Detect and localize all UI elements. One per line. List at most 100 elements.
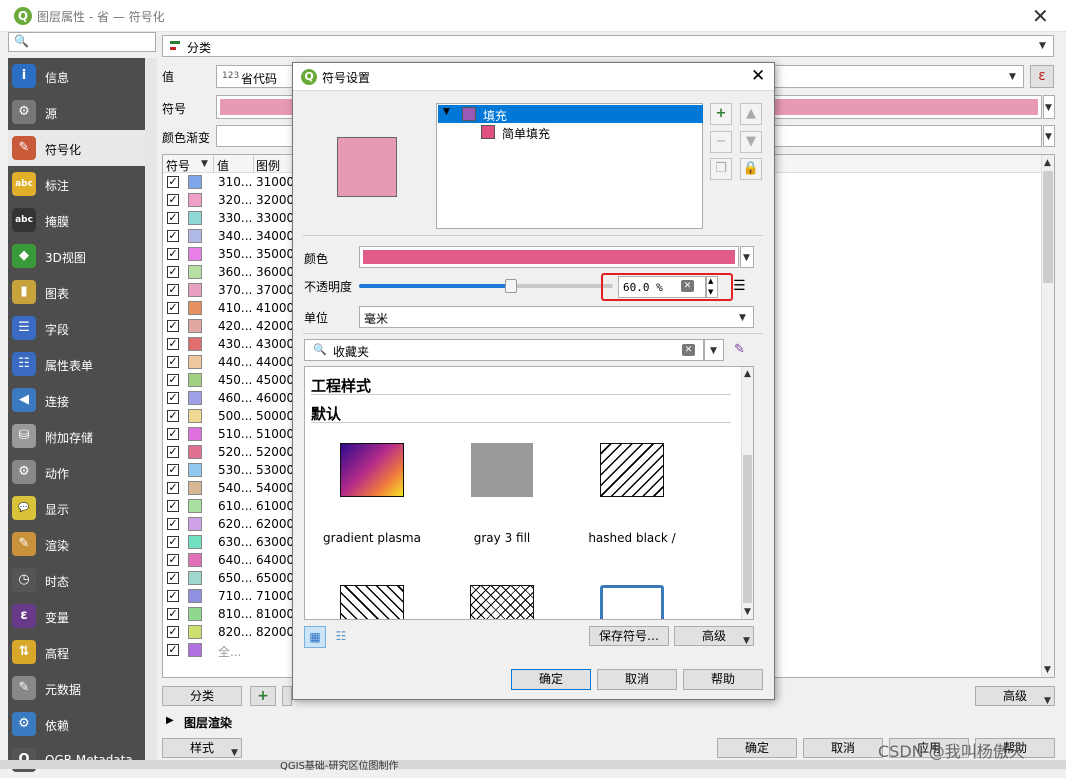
- row-checkbox[interactable]: ✓: [167, 536, 179, 548]
- table-scrollbar[interactable]: ▲ ▼: [1041, 155, 1054, 677]
- sidebar-item-metadata[interactable]: ✎ 元数据: [8, 670, 145, 706]
- advanced-menu-button[interactable]: 高级 ▼: [975, 686, 1055, 706]
- sidebar-item-info[interactable]: i 信息: [8, 58, 145, 94]
- row-symbol-swatch[interactable]: [188, 427, 202, 441]
- sidebar-item-rendering[interactable]: ✎ 渲染: [8, 526, 145, 562]
- row-checkbox[interactable]: ✓: [167, 374, 179, 386]
- hashed-black-thumb[interactable]: [600, 443, 664, 497]
- row-checkbox[interactable]: ✓: [167, 320, 179, 332]
- expression-button[interactable]: ε: [1030, 65, 1054, 88]
- remove-layer-icon[interactable]: −: [710, 131, 732, 153]
- row-checkbox[interactable]: ✓: [167, 392, 179, 404]
- row-symbol-swatch[interactable]: [188, 211, 202, 225]
- row-symbol-swatch[interactable]: [188, 553, 202, 567]
- row-symbol-swatch[interactable]: [188, 481, 202, 495]
- row-symbol-swatch[interactable]: [188, 445, 202, 459]
- row-symbol-swatch[interactable]: [188, 571, 202, 585]
- lock-color-icon[interactable]: 🔒: [740, 158, 762, 180]
- sidebar-item-source[interactable]: ⚙ 源: [8, 94, 145, 130]
- row-checkbox[interactable]: ✓: [167, 356, 179, 368]
- move-up-icon[interactable]: ▲: [740, 103, 762, 125]
- icon-view-icon[interactable]: ▦: [304, 626, 326, 648]
- row-checkbox[interactable]: ✓: [167, 482, 179, 494]
- layer-rendering-section[interactable]: 图层渲染: [184, 714, 232, 731]
- sidebar-item-joins[interactable]: ◀ 连接: [8, 382, 145, 418]
- row-checkbox[interactable]: ✓: [167, 284, 179, 296]
- row-symbol-swatch[interactable]: [188, 409, 202, 423]
- sidebar-item-elevation[interactable]: ⇅ 高程: [8, 634, 145, 670]
- row-symbol-swatch[interactable]: [188, 301, 202, 315]
- sidebar-item-mask[interactable]: abc 掩膜: [8, 202, 145, 238]
- dialog-cancel-button[interactable]: 取消: [597, 669, 677, 690]
- row-checkbox[interactable]: ✓: [167, 644, 179, 656]
- row-checkbox[interactable]: ✓: [167, 626, 179, 638]
- sidebar-item-temporal[interactable]: ◷ 时态: [8, 562, 145, 598]
- row-symbol-swatch[interactable]: [188, 373, 202, 387]
- row-checkbox[interactable]: ✓: [167, 518, 179, 530]
- data-defined-override-icon[interactable]: ☰: [733, 278, 746, 294]
- delete-class-button[interactable]: [282, 686, 292, 706]
- row-checkbox[interactable]: ✓: [167, 194, 179, 206]
- color-button[interactable]: [359, 246, 739, 268]
- row-checkbox[interactable]: ✓: [167, 608, 179, 620]
- move-down-icon[interactable]: ▼: [740, 131, 762, 153]
- row-symbol-swatch[interactable]: [188, 643, 202, 657]
- column-header-symbol[interactable]: 符号: [166, 157, 190, 174]
- row-symbol-swatch[interactable]: [188, 535, 202, 549]
- cancel-button[interactable]: 取消: [803, 738, 883, 758]
- sidebar-item-fields[interactable]: ☰ 字段: [8, 310, 145, 346]
- tree-item-fill[interactable]: ▼ 填充: [438, 105, 703, 123]
- row-symbol-swatch[interactable]: [188, 499, 202, 513]
- sidebar-item-diagram[interactable]: ▮ 图表: [8, 274, 145, 310]
- row-symbol-swatch[interactable]: [188, 355, 202, 369]
- column-header-value[interactable]: 值: [217, 157, 229, 174]
- sidebar-search-input[interactable]: 🔍: [8, 32, 156, 52]
- row-symbol-swatch[interactable]: [188, 283, 202, 297]
- duplicate-layer-icon[interactable]: ❐: [710, 158, 732, 180]
- renderer-type-select[interactable]: 分类 ▼: [162, 35, 1054, 57]
- sidebar-item-actions[interactable]: ⚙ 动作: [8, 454, 145, 490]
- dialog-close-icon[interactable]: ✕: [751, 66, 765, 86]
- opacity-spin-buttons[interactable]: ▲ ▼: [706, 276, 718, 298]
- scroll-up-icon[interactable]: ▲: [1044, 158, 1051, 168]
- row-checkbox[interactable]: ✓: [167, 446, 179, 458]
- collapse-arrow-icon[interactable]: ▼: [443, 107, 450, 117]
- sidebar-scrollbar[interactable]: [145, 58, 157, 760]
- scroll-up-icon[interactable]: ▲: [744, 369, 751, 379]
- clear-icon[interactable]: ✕: [681, 280, 694, 292]
- row-checkbox[interactable]: ✓: [167, 464, 179, 476]
- row-symbol-swatch[interactable]: [188, 175, 202, 189]
- row-checkbox[interactable]: ✓: [167, 428, 179, 440]
- spin-up-icon[interactable]: ▲: [708, 277, 713, 285]
- sidebar-item-auxiliary-storage[interactable]: ⛁ 附加存储: [8, 418, 145, 454]
- row-symbol-swatch[interactable]: [188, 463, 202, 477]
- sidebar-item-variables[interactable]: ε 变量: [8, 598, 145, 634]
- symbol-menu-button[interactable]: ▼: [1043, 95, 1055, 119]
- sidebar-item-dependencies[interactable]: ⚙ 依赖: [8, 706, 145, 742]
- gray-3-fill-thumb[interactable]: [471, 443, 533, 497]
- row-symbol-swatch[interactable]: [188, 625, 202, 639]
- style-browser-scrollbar[interactable]: ▲ ▼: [741, 367, 753, 619]
- spin-down-icon[interactable]: ▼: [708, 288, 713, 296]
- outline-blue-thumb[interactable]: [600, 585, 664, 619]
- ok-button[interactable]: 确定: [717, 738, 797, 758]
- row-symbol-swatch[interactable]: [188, 589, 202, 603]
- sidebar-item-display[interactable]: 💬 显示: [8, 490, 145, 526]
- save-symbol-button[interactable]: 保存符号…: [589, 626, 669, 646]
- row-checkbox[interactable]: ✓: [167, 266, 179, 278]
- row-checkbox[interactable]: ✓: [167, 338, 179, 350]
- row-symbol-swatch[interactable]: [188, 319, 202, 333]
- row-checkbox[interactable]: ✓: [167, 410, 179, 422]
- hashed-cross-thumb[interactable]: [470, 585, 534, 619]
- row-symbol-swatch[interactable]: [188, 391, 202, 405]
- tags-menu-button[interactable]: ▼: [704, 339, 724, 361]
- add-class-icon[interactable]: +: [250, 686, 276, 706]
- dialog-ok-button[interactable]: 确定: [511, 669, 591, 690]
- row-symbol-swatch[interactable]: [188, 337, 202, 351]
- scroll-down-icon[interactable]: ▼: [1044, 665, 1051, 675]
- row-checkbox[interactable]: ✓: [167, 248, 179, 260]
- tree-item-simple-fill[interactable]: 简单填充: [438, 124, 703, 142]
- classify-button[interactable]: 分类: [162, 686, 242, 706]
- hashed-back-thumb[interactable]: [340, 585, 404, 619]
- scrollbar-thumb[interactable]: [1043, 171, 1053, 283]
